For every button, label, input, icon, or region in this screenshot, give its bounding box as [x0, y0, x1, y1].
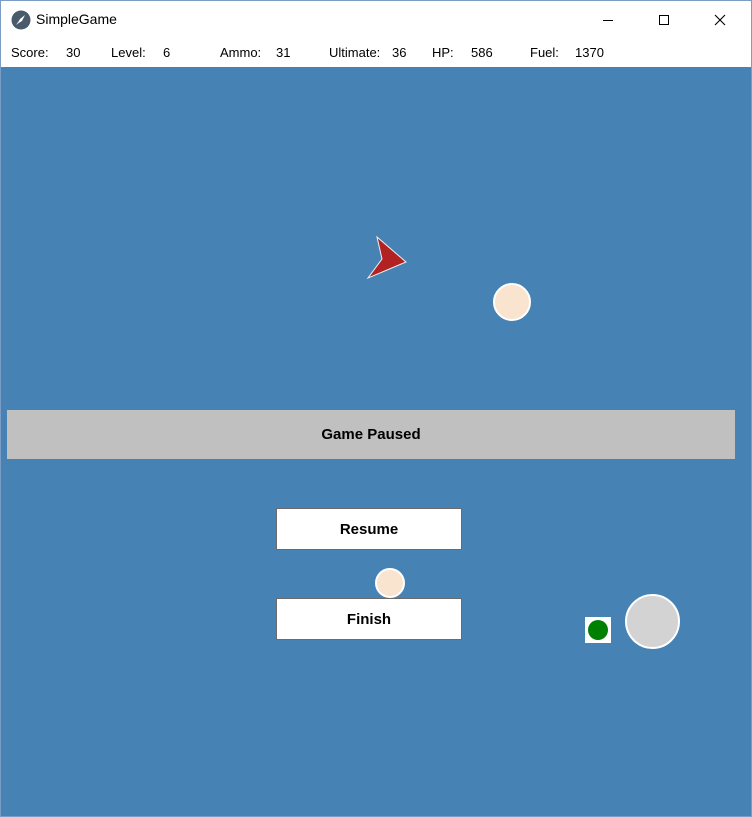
hp-label: HP: — [432, 45, 454, 60]
pause-banner: Game Paused — [7, 410, 735, 459]
hud-status-bar: Score: 30 Level: 6 Ammo: 31 Ultimate: 36… — [1, 39, 751, 67]
maximize-icon — [659, 15, 669, 25]
close-button[interactable] — [697, 1, 743, 39]
resume-button[interactable]: Resume — [276, 508, 462, 550]
level-label: Level: — [111, 45, 146, 60]
minimize-button[interactable] — [585, 1, 631, 39]
score-label: Score: — [11, 45, 49, 60]
player-ship — [366, 235, 407, 280]
score-value: 30 — [66, 45, 81, 60]
maximize-button[interactable] — [641, 1, 687, 39]
asteroid — [493, 283, 531, 321]
window-title: SimpleGame — [36, 11, 117, 27]
rocket-icon — [11, 10, 31, 30]
ultimate-label: Ultimate: — [329, 45, 381, 60]
pause-status-text: Game Paused — [321, 426, 421, 443]
finish-button[interactable]: Finish — [276, 598, 462, 640]
large-asteroid — [625, 594, 680, 649]
hp-value: 586 — [471, 45, 493, 60]
game-field[interactable]: Game Paused Resume Finish — [1, 67, 751, 816]
ammo-label: Ammo: — [220, 45, 262, 60]
close-icon — [714, 14, 726, 26]
fuel-label: Fuel: — [530, 45, 559, 60]
asteroid — [375, 568, 405, 598]
fuel-pickup — [585, 617, 611, 643]
ammo-value: 31 — [276, 45, 291, 60]
minimize-icon — [603, 20, 613, 21]
ultimate-value: 36 — [392, 45, 407, 60]
fuel-value: 1370 — [575, 45, 604, 60]
pickup-dot — [588, 620, 608, 640]
level-value: 6 — [163, 45, 171, 60]
finish-label: Finish — [346, 610, 392, 628]
resume-label: Resume — [339, 520, 399, 538]
game-window: SimpleGame Score: 30 Level: 6 Ammo: 31 U… — [0, 0, 752, 817]
title-bar[interactable]: SimpleGame — [1, 1, 751, 39]
